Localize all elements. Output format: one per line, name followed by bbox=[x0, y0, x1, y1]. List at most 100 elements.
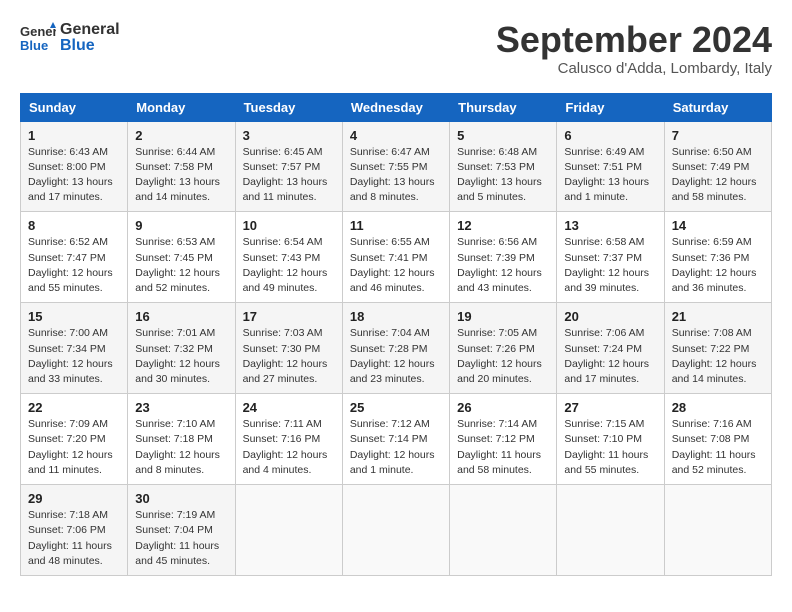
day-info: Sunrise: 6:43 AMSunset: 8:00 PMDaylight:… bbox=[28, 145, 120, 206]
calendar-cell: 8 Sunrise: 6:52 AMSunset: 7:47 PMDaylight… bbox=[21, 212, 128, 303]
calendar-cell: 3 Sunrise: 6:45 AMSunset: 7:57 PMDaylight… bbox=[235, 121, 342, 212]
weekday-header-thursday: Thursday bbox=[450, 93, 557, 121]
calendar-cell: 10 Sunrise: 6:54 AMSunset: 7:43 PMDayligh… bbox=[235, 212, 342, 303]
day-info: Sunrise: 6:49 AMSunset: 7:51 PMDaylight:… bbox=[564, 145, 656, 206]
calendar-cell bbox=[664, 485, 771, 576]
day-info: Sunrise: 6:56 AMSunset: 7:39 PMDaylight:… bbox=[457, 235, 549, 296]
page-header: General Blue General Blue September 2024… bbox=[20, 20, 772, 77]
weekday-header-monday: Monday bbox=[128, 93, 235, 121]
day-info: Sunrise: 6:45 AMSunset: 7:57 PMDaylight:… bbox=[243, 145, 335, 206]
calendar-cell: 25Sunrise: 7:12 AMSunset: 7:14 PMDayligh… bbox=[342, 394, 449, 485]
logo: General Blue General Blue bbox=[20, 20, 120, 56]
day-number: 17 bbox=[243, 309, 335, 324]
day-number: 4 bbox=[350, 128, 442, 143]
day-info: Sunrise: 7:11 AMSunset: 7:16 PMDaylight:… bbox=[243, 417, 335, 478]
day-number: 11 bbox=[350, 218, 442, 233]
calendar-cell: 20Sunrise: 7:06 AMSunset: 7:24 PMDayligh… bbox=[557, 303, 664, 394]
day-number: 10 bbox=[243, 218, 335, 233]
day-info: Sunrise: 7:12 AMSunset: 7:14 PMDaylight:… bbox=[350, 417, 442, 478]
day-number: 27 bbox=[564, 400, 656, 415]
day-info: Sunrise: 7:14 AMSunset: 7:12 PMDaylight:… bbox=[457, 417, 549, 478]
day-number: 26 bbox=[457, 400, 549, 415]
calendar-week-4: 22 Sunrise: 7:09 AMSunset: 7:20 PMDayligh… bbox=[21, 394, 772, 485]
day-number: 13 bbox=[564, 218, 656, 233]
day-info: Sunrise: 7:09 AMSunset: 7:20 PMDaylight:… bbox=[28, 417, 120, 478]
day-info: Sunrise: 7:10 AMSunset: 7:18 PMDaylight:… bbox=[135, 417, 227, 478]
weekday-header-sunday: Sunday bbox=[21, 93, 128, 121]
logo-icon: General Blue bbox=[20, 20, 56, 56]
location: Calusco d'Adda, Lombardy, Italy bbox=[496, 60, 772, 77]
calendar-header: SundayMondayTuesdayWednesdayThursdayFrid… bbox=[21, 93, 772, 121]
calendar-cell: 15Sunrise: 7:00 AMSunset: 7:34 PMDayligh… bbox=[21, 303, 128, 394]
calendar-cell: 18 Sunrise: 7:04 AMSunset: 7:28 PMDayligh… bbox=[342, 303, 449, 394]
calendar-cell: 5 Sunrise: 6:48 AMSunset: 7:53 PMDaylight… bbox=[450, 121, 557, 212]
day-info: Sunrise: 6:55 AMSunset: 7:41 PMDaylight:… bbox=[350, 235, 442, 296]
day-info: Sunrise: 7:15 AMSunset: 7:10 PMDaylight:… bbox=[564, 417, 656, 478]
day-number: 7 bbox=[672, 128, 764, 143]
calendar-cell: 16 Sunrise: 7:01 AMSunset: 7:32 PMDayligh… bbox=[128, 303, 235, 394]
weekday-header-tuesday: Tuesday bbox=[235, 93, 342, 121]
day-number: 16 bbox=[135, 309, 227, 324]
calendar-cell: 2Sunrise: 6:44 AMSunset: 7:58 PMDaylight… bbox=[128, 121, 235, 212]
calendar-cell: 6 Sunrise: 6:49 AMSunset: 7:51 PMDaylight… bbox=[557, 121, 664, 212]
day-number: 29 bbox=[28, 491, 120, 506]
day-number: 8 bbox=[28, 218, 120, 233]
day-number: 6 bbox=[564, 128, 656, 143]
calendar-cell: 21Sunrise: 7:08 AMSunset: 7:22 PMDayligh… bbox=[664, 303, 771, 394]
calendar-table: SundayMondayTuesdayWednesdayThursdayFrid… bbox=[20, 93, 772, 576]
day-info: Sunrise: 6:54 AMSunset: 7:43 PMDaylight:… bbox=[243, 235, 335, 296]
calendar-cell: 26 Sunrise: 7:14 AMSunset: 7:12 PMDayligh… bbox=[450, 394, 557, 485]
weekday-header-row: SundayMondayTuesdayWednesdayThursdayFrid… bbox=[21, 93, 772, 121]
day-number: 24 bbox=[243, 400, 335, 415]
day-info: Sunrise: 6:58 AMSunset: 7:37 PMDaylight:… bbox=[564, 235, 656, 296]
calendar-cell bbox=[235, 485, 342, 576]
day-number: 30 bbox=[135, 491, 227, 506]
day-number: 18 bbox=[350, 309, 442, 324]
day-number: 28 bbox=[672, 400, 764, 415]
calendar-cell: 9 Sunrise: 6:53 AMSunset: 7:45 PMDaylight… bbox=[128, 212, 235, 303]
calendar-week-2: 8 Sunrise: 6:52 AMSunset: 7:47 PMDaylight… bbox=[21, 212, 772, 303]
day-info: Sunrise: 6:53 AMSunset: 7:45 PMDaylight:… bbox=[135, 235, 227, 296]
day-info: Sunrise: 7:01 AMSunset: 7:32 PMDaylight:… bbox=[135, 326, 227, 387]
weekday-header-saturday: Saturday bbox=[664, 93, 771, 121]
day-number: 1 bbox=[28, 128, 120, 143]
calendar-cell: 17 Sunrise: 7:03 AMSunset: 7:30 PMDayligh… bbox=[235, 303, 342, 394]
svg-text:General: General bbox=[20, 24, 56, 39]
day-number: 5 bbox=[457, 128, 549, 143]
calendar-cell: 22 Sunrise: 7:09 AMSunset: 7:20 PMDayligh… bbox=[21, 394, 128, 485]
day-number: 9 bbox=[135, 218, 227, 233]
day-info: Sunrise: 7:03 AMSunset: 7:30 PMDaylight:… bbox=[243, 326, 335, 387]
day-number: 22 bbox=[28, 400, 120, 415]
day-info: Sunrise: 7:06 AMSunset: 7:24 PMDaylight:… bbox=[564, 326, 656, 387]
day-number: 14 bbox=[672, 218, 764, 233]
day-info: Sunrise: 6:47 AMSunset: 7:55 PMDaylight:… bbox=[350, 145, 442, 206]
day-info: Sunrise: 7:04 AMSunset: 7:28 PMDaylight:… bbox=[350, 326, 442, 387]
calendar-week-3: 15Sunrise: 7:00 AMSunset: 7:34 PMDayligh… bbox=[21, 303, 772, 394]
calendar-week-1: 1 Sunrise: 6:43 AMSunset: 8:00 PMDaylight… bbox=[21, 121, 772, 212]
calendar-cell bbox=[557, 485, 664, 576]
calendar-cell: 29 Sunrise: 7:18 AMSunset: 7:06 PMDayligh… bbox=[21, 485, 128, 576]
day-number: 21 bbox=[672, 309, 764, 324]
day-info: Sunrise: 6:48 AMSunset: 7:53 PMDaylight:… bbox=[457, 145, 549, 206]
day-info: Sunrise: 6:52 AMSunset: 7:47 PMDaylight:… bbox=[28, 235, 120, 296]
month-title: September 2024 bbox=[496, 20, 772, 60]
calendar-cell bbox=[342, 485, 449, 576]
calendar-cell: 24 Sunrise: 7:11 AMSunset: 7:16 PMDayligh… bbox=[235, 394, 342, 485]
day-info: Sunrise: 7:16 AMSunset: 7:08 PMDaylight:… bbox=[672, 417, 764, 478]
day-number: 12 bbox=[457, 218, 549, 233]
calendar-cell: 30 Sunrise: 7:19 AMSunset: 7:04 PMDayligh… bbox=[128, 485, 235, 576]
calendar-cell: 14 Sunrise: 6:59 AMSunset: 7:36 PMDayligh… bbox=[664, 212, 771, 303]
day-info: Sunrise: 7:18 AMSunset: 7:06 PMDaylight:… bbox=[28, 508, 120, 569]
calendar-cell: 19Sunrise: 7:05 AMSunset: 7:26 PMDayligh… bbox=[450, 303, 557, 394]
calendar-cell: 27 Sunrise: 7:15 AMSunset: 7:10 PMDayligh… bbox=[557, 394, 664, 485]
calendar-cell: 11 Sunrise: 6:55 AMSunset: 7:41 PMDayligh… bbox=[342, 212, 449, 303]
calendar-week-5: 29 Sunrise: 7:18 AMSunset: 7:06 PMDayligh… bbox=[21, 485, 772, 576]
day-number: 3 bbox=[243, 128, 335, 143]
day-info: Sunrise: 7:19 AMSunset: 7:04 PMDaylight:… bbox=[135, 508, 227, 569]
day-info: Sunrise: 7:05 AMSunset: 7:26 PMDaylight:… bbox=[457, 326, 549, 387]
day-info: Sunrise: 6:59 AMSunset: 7:36 PMDaylight:… bbox=[672, 235, 764, 296]
weekday-header-friday: Friday bbox=[557, 93, 664, 121]
calendar-cell: 12 Sunrise: 6:56 AMSunset: 7:39 PMDayligh… bbox=[450, 212, 557, 303]
day-info: Sunrise: 6:50 AMSunset: 7:49 PMDaylight:… bbox=[672, 145, 764, 206]
calendar-cell bbox=[450, 485, 557, 576]
